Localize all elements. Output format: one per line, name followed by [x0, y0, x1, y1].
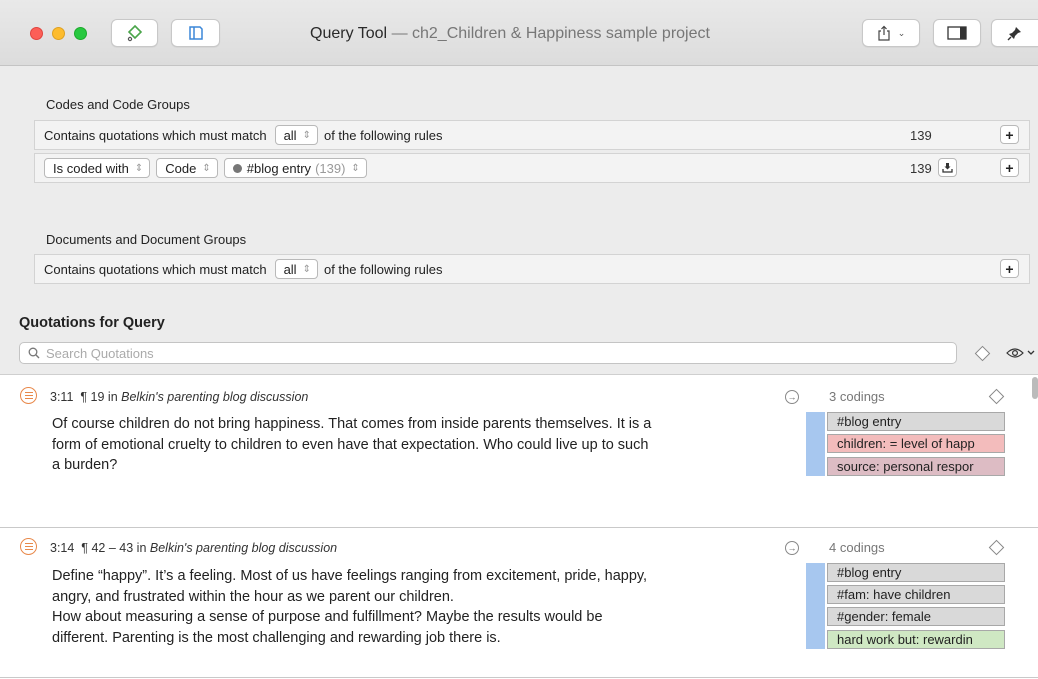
search-icon — [28, 347, 40, 359]
share-icon — [878, 25, 890, 41]
updown-arrows-icon: ⇕ — [302, 263, 311, 275]
eye-icon[interactable] — [1006, 346, 1036, 360]
inspector-panel-icon — [947, 26, 967, 40]
quotation-icon — [20, 538, 37, 555]
documents-section-label: Documents and Document Groups — [46, 232, 247, 247]
quotation-document: Belkin's parenting blog discussion — [121, 390, 309, 404]
coding-bracket-bar — [806, 412, 825, 476]
download-icon — [942, 163, 953, 173]
quotation-id: 3:14 — [50, 541, 75, 555]
quotation-line: different. Parenting is the most challen… — [52, 629, 501, 646]
quotation-line: a burden? — [52, 457, 118, 473]
add-condition-button[interactable]: + — [1000, 158, 1019, 177]
coding-bracket-bar — [806, 563, 825, 649]
code-select[interactable]: #blog entry (139) ⇕ — [223, 158, 367, 178]
add-documents-rule-button[interactable]: + — [1000, 259, 1019, 278]
updown-arrows-icon: ⇕ — [302, 129, 311, 141]
quotation-separator — [0, 527, 1038, 528]
codes-match-rule-row: Contains quotations which must match all… — [34, 120, 1030, 150]
codes-match-select[interactable]: all ⇕ — [274, 125, 318, 145]
quotation-document: Belkin's parenting blog discussion — [149, 541, 338, 555]
code-chip[interactable]: #gender: female — [827, 607, 1005, 626]
sidebar-toggle-button[interactable] — [171, 19, 220, 47]
updown-arrows-icon: ⇕ — [134, 162, 144, 174]
updown-arrows-icon: ⇕ — [202, 162, 211, 174]
updown-arrows-icon: ⇕ — [351, 162, 360, 174]
code-filter-diamond-icon[interactable] — [974, 345, 991, 362]
list-scrollbar[interactable] — [1032, 377, 1038, 399]
documents-match-select[interactable]: all ⇕ — [274, 259, 318, 279]
code-value: #blog entry — [246, 160, 312, 176]
quotation-line: How about measuring a sense of purpose a… — [52, 609, 603, 625]
quotation-separator — [0, 677, 1038, 678]
code-chip[interactable]: children: = level of happ — [827, 434, 1005, 453]
inspector-toggle-button[interactable] — [933, 19, 981, 47]
plus-icon: + — [1005, 126, 1014, 143]
quotations-header: Quotations for Query — [19, 315, 165, 331]
quotation-meta: 3:14 ¶ 42 – 43 in Belkin's parenting blo… — [50, 541, 337, 555]
codes-section-label: Codes and Code Groups — [46, 97, 190, 112]
type-select[interactable]: Code ⇕ — [156, 158, 218, 178]
code-chip[interactable]: hard work but: rewardin — [827, 630, 1005, 649]
type-value: Code — [165, 160, 197, 176]
title-bar: Query Tool — ch2_Children & Happiness sa… — [0, 0, 1038, 66]
window-title-subtitle: — ch2_Children & Happiness sample projec… — [391, 25, 710, 42]
quotation-line: angry, and frustrated within the hour as… — [52, 588, 454, 605]
codes-rule-prefix: Contains quotations which must match — [44, 127, 267, 143]
quotation-line: form of emotional cruelty to children to… — [52, 436, 649, 453]
chevron-down-icon: ⌄ — [897, 27, 906, 38]
condition-count: 139 — [910, 161, 932, 176]
sidebar-toggle-icon — [188, 26, 203, 40]
quotation-text: Of course children do not bring happines… — [52, 414, 792, 476]
window-title: Query Tool — ch2_Children & Happiness sa… — [230, 25, 790, 43]
quotation-text: Define “happy”. It’s a feeling. Most of … — [52, 566, 792, 648]
zoom-window-button[interactable] — [74, 27, 87, 40]
operator-value: Is coded with — [53, 160, 129, 176]
quotation-paragraph: ¶ 42 – 43 in — [81, 541, 147, 555]
code-chip[interactable]: #blog entry — [827, 563, 1005, 582]
documents-match-rule-row: Contains quotations which must match all… — [34, 254, 1030, 284]
add-codes-rule-button[interactable]: + — [1000, 125, 1019, 144]
quotation-paragraph: ¶ 19 in — [80, 390, 118, 404]
search-placeholder: Search Quotations — [46, 345, 154, 361]
documents-rule-prefix: Contains quotations which must match — [44, 261, 267, 277]
documents-match-value: all — [283, 261, 297, 277]
go-to-quotation-icon[interactable]: → — [785, 390, 799, 404]
code-color-dot — [232, 163, 242, 173]
quotation-meta: 3:11 ¶ 19 in Belkin's parenting blog dis… — [50, 390, 308, 404]
window-title-main: Query Tool — [310, 25, 388, 42]
codings-count: 4 codings — [829, 540, 885, 555]
codes-rule-suffix: of the following rules — [323, 127, 443, 143]
quotation-line: Of course children do not bring happines… — [52, 416, 652, 432]
share-button[interactable]: ⌄ — [862, 19, 920, 47]
codes-match-value: all — [283, 127, 297, 143]
code-tool-button[interactable] — [111, 19, 158, 47]
go-to-quotation-icon[interactable]: → — [785, 541, 799, 555]
quotation-line: Define “happy”. It’s a feeling. Most of … — [52, 568, 648, 584]
code-chip[interactable]: #fam: have children — [827, 585, 1005, 604]
diamond-pen-icon — [127, 24, 142, 42]
codes-condition-row: Is coded with ⇕ Code ⇕ #blog entry (139)… — [34, 153, 1030, 183]
code-chip[interactable]: #blog entry — [827, 412, 1005, 431]
operator-select[interactable]: Is coded with ⇕ — [44, 158, 151, 178]
close-window-button[interactable] — [30, 27, 43, 40]
export-results-button[interactable] — [938, 158, 957, 177]
search-quotations-input[interactable]: Search Quotations — [19, 342, 957, 364]
quotation-id: 3:11 — [50, 390, 74, 404]
plus-icon: + — [1005, 159, 1014, 176]
quotation-icon — [20, 387, 37, 404]
code-count: (139) — [315, 160, 346, 176]
documents-rule-suffix: of the following rules — [323, 261, 443, 277]
pin-button[interactable] — [991, 19, 1038, 47]
plus-icon: + — [1005, 260, 1014, 277]
minimize-window-button[interactable] — [52, 27, 65, 40]
codes-match-count: 139 — [910, 128, 932, 143]
code-chip[interactable]: source: personal respor — [827, 457, 1005, 476]
codings-count: 3 codings — [829, 389, 885, 404]
pin-icon — [1007, 27, 1021, 41]
